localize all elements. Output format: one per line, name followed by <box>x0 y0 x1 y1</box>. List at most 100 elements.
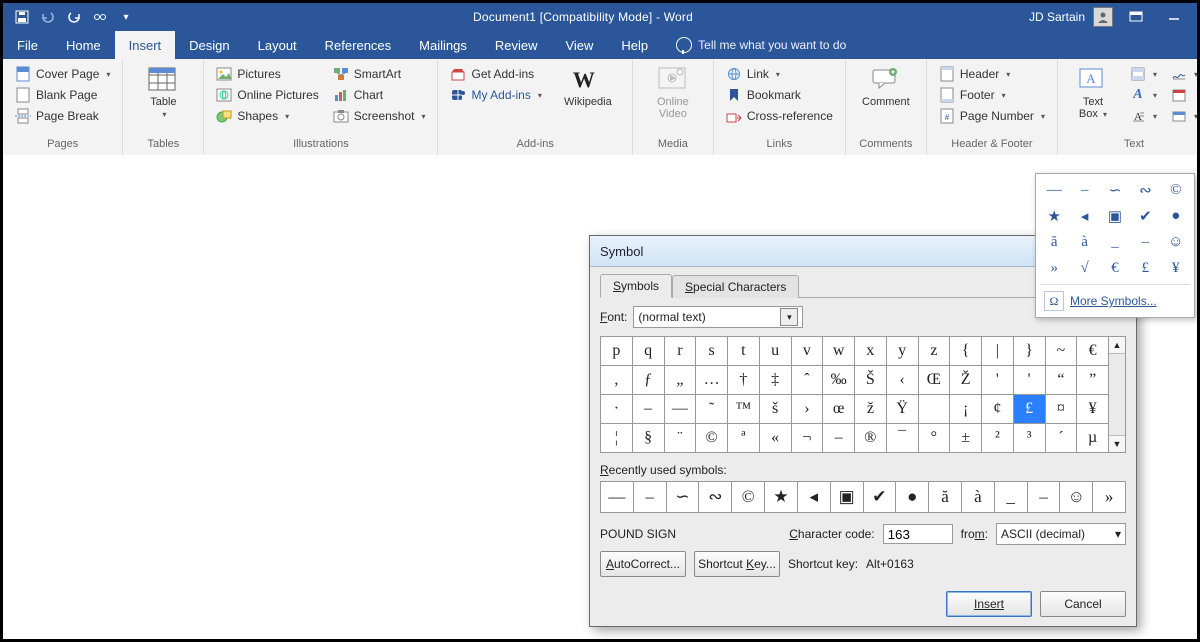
gallery-symbol[interactable]: ă <box>1040 230 1068 254</box>
symbol-cell[interactable]: ¥ <box>1077 395 1108 424</box>
pictures-button[interactable]: Pictures <box>212 64 322 84</box>
symbol-cell[interactable]: } <box>1014 337 1046 366</box>
ribbon-display-icon[interactable] <box>1121 6 1151 28</box>
recent-symbol[interactable]: à <box>962 482 995 512</box>
symbol-cell[interactable]: | <box>982 337 1014 366</box>
insert-button[interactable]: Insert <box>946 591 1032 617</box>
recent-symbol[interactable]: _ <box>995 482 1028 512</box>
qat-customize-icon[interactable]: ▾ <box>115 6 137 28</box>
font-combo[interactable]: (normal text) ▾ <box>633 306 803 328</box>
recent-symbol[interactable]: – <box>634 482 667 512</box>
redo-icon[interactable] <box>63 6 85 28</box>
symbol-cell[interactable]: u <box>760 337 792 366</box>
symbol-cell[interactable]: ¨ <box>665 424 697 452</box>
symbol-cell[interactable]: r <box>665 337 697 366</box>
symbol-cell[interactable]: © <box>696 424 728 452</box>
signature-line-button[interactable]: ▾ <box>1167 64 1200 84</box>
recent-symbol[interactable]: ă <box>929 482 962 512</box>
symbol-cell[interactable]: › <box>792 395 824 424</box>
symbol-cell[interactable]: € <box>1077 337 1108 366</box>
symbol-cell[interactable]: ¦ <box>601 424 633 452</box>
symbol-cell[interactable]: ª <box>728 424 760 452</box>
tab-mailings[interactable]: Mailings <box>405 31 481 59</box>
symbol-cell[interactable]: § <box>633 424 665 452</box>
get-addins-button[interactable]: Get Add-ins <box>446 64 545 84</box>
symbol-cell[interactable]: š <box>760 395 792 424</box>
scroll-down-icon[interactable]: ▼ <box>1109 435 1125 452</box>
symbol-cell[interactable]: z <box>919 337 951 366</box>
tab-design[interactable]: Design <box>175 31 243 59</box>
recent-symbol[interactable]: ▣ <box>831 482 864 512</box>
gallery-symbol[interactable]: © <box>1162 178 1190 202</box>
chevron-down-icon[interactable]: ▾ <box>1115 527 1121 541</box>
symbol-cell[interactable]: – <box>823 424 855 452</box>
gallery-symbol[interactable]: – <box>1070 178 1098 202</box>
symbol-cell[interactable]: £ <box>1014 395 1046 424</box>
touch-mode-icon[interactable] <box>89 6 111 28</box>
gallery-symbol[interactable]: ∾ <box>1131 178 1159 202</box>
symbol-cell[interactable]: ˜ <box>696 395 728 424</box>
symbol-cell[interactable]: ' <box>1014 366 1046 395</box>
char-code-input[interactable] <box>883 524 953 544</box>
symbol-cell[interactable]: p <box>601 337 633 366</box>
online-video-button[interactable]: Online Video <box>641 64 705 123</box>
wordart-button[interactable]: A▾ <box>1126 85 1161 105</box>
recent-symbol[interactable]: » <box>1093 482 1125 512</box>
save-icon[interactable] <box>11 6 33 28</box>
shapes-button[interactable]: Shapes▾ <box>212 106 322 126</box>
symbol-cell[interactable]: Ÿ <box>887 395 919 424</box>
gallery-symbol[interactable]: ∽ <box>1101 178 1129 202</box>
gallery-symbol[interactable]: € <box>1101 256 1129 280</box>
gallery-symbol[interactable]: ◂ <box>1070 204 1098 228</box>
symbol-cell[interactable]: ˆ <box>792 366 824 395</box>
symbol-cell[interactable]: x <box>855 337 887 366</box>
recent-symbol[interactable]: ∾ <box>699 482 732 512</box>
symbol-cell[interactable]: w <box>823 337 855 366</box>
tab-layout[interactable]: Layout <box>244 31 311 59</box>
autocorrect-button[interactable]: AutoCorrect... <box>600 551 686 577</box>
gallery-symbol[interactable]: £ <box>1131 256 1159 280</box>
gallery-symbol[interactable]: _ <box>1101 230 1129 254</box>
recent-symbol[interactable]: ☺ <box>1060 482 1093 512</box>
recent-symbol[interactable]: – <box>1028 482 1061 512</box>
symbol-cell[interactable]: ” <box>1077 366 1108 395</box>
recent-symbol[interactable]: — <box>601 482 634 512</box>
symbol-cell[interactable]: – <box>633 395 665 424</box>
tab-references[interactable]: References <box>311 31 405 59</box>
symbol-cell[interactable]: « <box>760 424 792 452</box>
symbol-cell[interactable]: ¯ <box>887 424 919 452</box>
gallery-symbol[interactable]: ● <box>1162 204 1190 228</box>
gallery-symbol[interactable]: ★ <box>1040 204 1068 228</box>
quick-parts-button[interactable]: ▾ <box>1126 64 1161 84</box>
symbol-cell[interactable]: ° <box>919 424 951 452</box>
symbol-cell[interactable]: t <box>728 337 760 366</box>
symbol-cell[interactable]: , <box>601 366 633 395</box>
page-break-button[interactable]: Page Break <box>11 106 114 126</box>
gallery-symbol[interactable]: ☺ <box>1162 230 1190 254</box>
symbol-cell[interactable]: ² <box>982 424 1014 452</box>
cancel-button[interactable]: Cancel <box>1040 591 1126 617</box>
symbol-cell[interactable]: Ž <box>950 366 982 395</box>
my-addins-button[interactable]: My Add-ins▾ <box>446 85 545 105</box>
symbol-cell[interactable]: · <box>601 395 633 424</box>
dialog-tab-special-characters[interactable]: Special Characters <box>672 275 799 298</box>
gallery-symbol[interactable]: — <box>1040 178 1068 202</box>
tab-help[interactable]: Help <box>607 31 662 59</box>
symbol-cell[interactable]: ® <box>855 424 887 452</box>
chevron-down-icon[interactable]: ▾ <box>780 308 798 326</box>
smartart-button[interactable]: SmartArt <box>329 64 430 84</box>
online-pictures-button[interactable]: Online Pictures <box>212 85 322 105</box>
symbol-cell[interactable]: † <box>728 366 760 395</box>
symbol-cell[interactable]: ‰ <box>823 366 855 395</box>
symbol-cell[interactable]: ƒ <box>633 366 665 395</box>
symbol-cell[interactable]: ¤ <box>1046 395 1078 424</box>
symbol-cell[interactable]: ¬ <box>792 424 824 452</box>
symbol-cell[interactable]: y <box>887 337 919 366</box>
symbol-cell[interactable]: Š <box>855 366 887 395</box>
symbol-cell[interactable]: ' <box>982 366 1014 395</box>
symbol-cell[interactable]: „ <box>665 366 697 395</box>
symbol-cell[interactable]: µ <box>1077 424 1108 452</box>
more-symbols-button[interactable]: Ω More Symbols... <box>1040 284 1190 313</box>
tab-file[interactable]: File <box>3 31 52 59</box>
recent-symbol[interactable]: ∽ <box>667 482 700 512</box>
